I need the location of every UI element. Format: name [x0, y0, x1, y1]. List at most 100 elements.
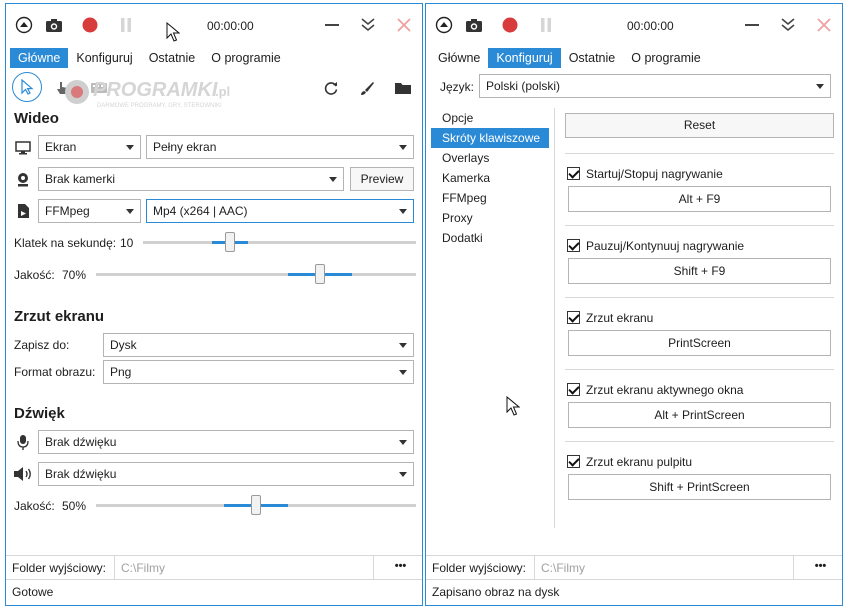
tab-main[interactable]: Główne: [10, 48, 69, 68]
screen-select[interactable]: Pełny ekran: [146, 135, 414, 159]
refresh-icon: [324, 82, 338, 95]
fps-label: Klatek na sekundę:: [14, 236, 117, 250]
video-quality-thumb[interactable]: [315, 264, 325, 284]
collapse-up-button[interactable]: [434, 15, 454, 35]
minimize-to-tray-button[interactable]: [358, 15, 378, 35]
record-icon: [82, 17, 98, 33]
output-folder-bar: Folder wyjściowy: C:\Filmy •••: [426, 555, 842, 580]
output-folder-input[interactable]: C:\Filmy: [114, 556, 374, 579]
hotkey-start-stop-checkbox[interactable]: [567, 167, 580, 180]
output-folder-placeholder: C:\Filmy: [541, 561, 585, 575]
tab-configure[interactable]: Konfiguruj: [68, 48, 140, 68]
audio-quality-value: 50%: [62, 499, 87, 513]
minimize-button[interactable]: [322, 15, 342, 35]
video-quality-slider[interactable]: [96, 264, 416, 284]
tab-about[interactable]: O programie: [623, 48, 708, 68]
hotkey-screenshot-checkbox[interactable]: [567, 311, 580, 324]
minimize-icon: [325, 24, 339, 26]
speaker-select[interactable]: Brak dźwięku: [38, 462, 414, 486]
screenshot-button[interactable]: [44, 15, 64, 35]
output-folder-input[interactable]: C:\Filmy: [534, 556, 794, 579]
nav-item-addons[interactable]: Dodatki: [431, 228, 549, 248]
arrow-up-circle-icon: [435, 16, 453, 34]
minimize-button[interactable]: [742, 15, 762, 35]
audio-quality-slider[interactable]: [96, 495, 416, 515]
save-to-label: Zapisz do:: [14, 338, 70, 352]
hotkey-desktop-checkbox[interactable]: [567, 455, 580, 468]
pause-button[interactable]: [536, 15, 556, 35]
save-to-select[interactable]: Dysk: [103, 333, 414, 357]
record-button[interactable]: [80, 15, 100, 35]
hotkey-pause-checkbox[interactable]: [567, 239, 580, 252]
record-button[interactable]: [500, 15, 520, 35]
video-source-select[interactable]: Ekran: [38, 135, 141, 159]
recording-timer: 00:00:00: [207, 19, 254, 33]
arrow-up-circle-icon: [15, 16, 33, 34]
nav-item-proxy[interactable]: Proxy: [431, 208, 549, 228]
output-folder-label: Folder wyjściowy:: [12, 561, 107, 575]
language-select[interactable]: Polski (polski): [479, 74, 831, 98]
audio-heading: Dźwięk: [14, 405, 65, 422]
status-text: Zapisano obraz na dysk: [432, 585, 560, 599]
nav-item-camera[interactable]: Kamerka: [431, 168, 549, 188]
microphone-select[interactable]: Brak dźwięku: [38, 430, 414, 454]
nav-item-options[interactable]: Opcje: [431, 108, 549, 128]
double-chevron-down-icon: [781, 18, 795, 32]
pause-button[interactable]: [116, 15, 136, 35]
hotkey-active-window-input[interactable]: Alt + PrintScreen: [568, 402, 831, 428]
encoder-select[interactable]: FFMpeg: [38, 199, 141, 223]
hotkey-active-window-checkbox[interactable]: [567, 383, 580, 396]
pause-icon: [541, 18, 551, 32]
output-folder-placeholder: C:\Filmy: [121, 561, 165, 575]
tab-main[interactable]: Główne: [430, 48, 488, 68]
webcam-select[interactable]: Brak kamerki: [38, 167, 344, 191]
main-tabs: Główne Konfiguruj Ostatnie O programie: [10, 48, 289, 68]
output-folder-bar: Folder wyjściowy: C:\Filmy •••: [6, 555, 422, 580]
open-folder-button[interactable]: [393, 79, 413, 97]
minimize-to-tray-button[interactable]: [778, 15, 798, 35]
cursor-mode-button[interactable]: [12, 72, 42, 102]
tab-recent[interactable]: Ostatnie: [141, 48, 204, 68]
nav-item-hotkeys[interactable]: Skróty klawiszowe: [431, 128, 549, 148]
close-button[interactable]: [394, 15, 414, 35]
audio-quality-thumb[interactable]: [251, 495, 261, 515]
hotkey-screenshot-input[interactable]: PrintScreen: [568, 330, 831, 356]
tab-recent[interactable]: Ostatnie: [561, 48, 624, 68]
browse-folder-button[interactable]: •••: [379, 556, 422, 579]
refresh-button[interactable]: [322, 79, 340, 97]
watermark-subtitle: DARMOWE PROGRAMY, GRY, STEROWNIKI: [97, 103, 222, 109]
image-format-label: Format obrazu:: [14, 365, 96, 379]
status-text: Gotowe: [12, 585, 54, 599]
hotkey-pause-input[interactable]: Shift + F9: [568, 258, 831, 284]
hotkey-start-stop-input[interactable]: Alt + F9: [568, 186, 831, 212]
screenshot-button[interactable]: [464, 15, 484, 35]
reset-button[interactable]: Reset: [565, 113, 834, 138]
monitor-icon: [14, 140, 32, 156]
cursor-icon: [21, 79, 34, 95]
close-icon: [397, 18, 411, 32]
hotkey-screenshot-label: Zrzut ekranu: [586, 311, 654, 325]
close-button[interactable]: [814, 15, 834, 35]
tab-about[interactable]: O programie: [203, 48, 288, 68]
draw-button[interactable]: [358, 79, 376, 97]
divider: [565, 225, 834, 226]
format-select[interactable]: Mp4 (x264 | AAC): [146, 199, 414, 223]
collapse-up-button[interactable]: [14, 15, 34, 35]
hotkey-desktop-input[interactable]: Shift + PrintScreen: [568, 474, 831, 500]
pause-icon: [121, 18, 131, 32]
microphone-icon: [14, 433, 32, 451]
file-video-icon: [14, 202, 32, 220]
webcam-icon: [14, 171, 32, 189]
close-icon: [817, 18, 831, 32]
settings-window: 00:00:00 Główne Konfiguruj Ostatnie O pr…: [425, 3, 843, 606]
fps-slider-thumb[interactable]: [225, 232, 236, 252]
browse-folder-button[interactable]: •••: [799, 556, 842, 579]
fps-slider[interactable]: [143, 232, 416, 252]
nav-item-overlays[interactable]: Overlays: [431, 148, 549, 168]
image-format-select[interactable]: Png: [103, 360, 414, 384]
watermark-suffix: .pl: [215, 84, 230, 99]
nav-item-ffmpeg[interactable]: FFMpeg: [431, 188, 549, 208]
camera-icon: [46, 19, 62, 32]
tab-configure[interactable]: Konfiguruj: [488, 48, 561, 68]
preview-button[interactable]: Preview: [350, 167, 414, 191]
